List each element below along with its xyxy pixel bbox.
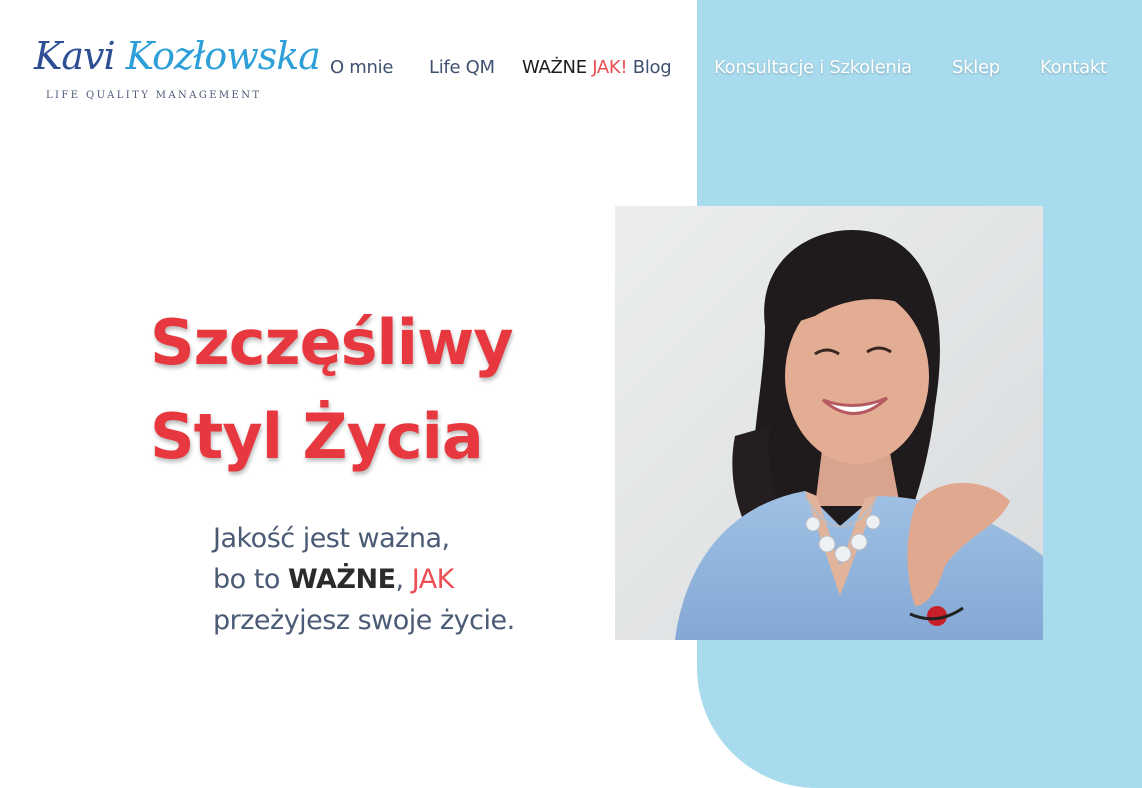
nav-blog-wazne: WAŻNE xyxy=(522,57,587,78)
logo-name-first: Kavi xyxy=(34,34,126,78)
hero-subtitle-jak: JAK xyxy=(411,564,455,595)
nav-blog-label: Blog xyxy=(632,57,672,78)
nav-item-about[interactable]: O mnie xyxy=(330,56,393,80)
hero-title: Szczęśliwy Styl Życia xyxy=(150,296,514,484)
nav-item-shop[interactable]: Sklep xyxy=(952,56,1000,80)
nav-item-contact[interactable]: Kontakt xyxy=(1040,56,1107,80)
portrait-illustration xyxy=(615,206,1043,640)
nav-blog-jak: JAK! xyxy=(592,57,628,78)
hero-subtitle-comma: , xyxy=(395,564,412,595)
logo-script: Kavi Kozłowska xyxy=(34,28,321,84)
hero-subtitle-line3: przeżyjesz swoje życie. xyxy=(213,605,515,636)
logo-tagline: LIFE QUALITY MANAGEMENT xyxy=(46,90,262,101)
hero-subtitle-wazne: WAŻNE xyxy=(287,564,396,595)
logo-name-last: Kozłowska xyxy=(125,34,321,78)
hero-subtitle-line1: Jakość jest ważna, xyxy=(213,523,450,554)
hero-subtitle: Jakość jest ważna, bo to WAŻNE, JAK prze… xyxy=(213,518,515,641)
nav-item-consulting[interactable]: Konsultacje i Szkolenia xyxy=(714,56,912,80)
portrait-photo xyxy=(615,206,1043,640)
hero-subtitle-prefix: bo to xyxy=(213,564,288,595)
nav-item-blog[interactable]: WAŻNE JAK! Blog xyxy=(522,56,672,80)
hero-title-line1: Szczęśliwy xyxy=(150,306,514,379)
site-logo[interactable]: Kavi Kozłowska LIFE QUALITY MANAGEMENT xyxy=(34,28,321,108)
hero-title-line2: Styl Życia xyxy=(150,400,484,473)
nav-item-life-qm[interactable]: Life QM xyxy=(429,56,495,80)
